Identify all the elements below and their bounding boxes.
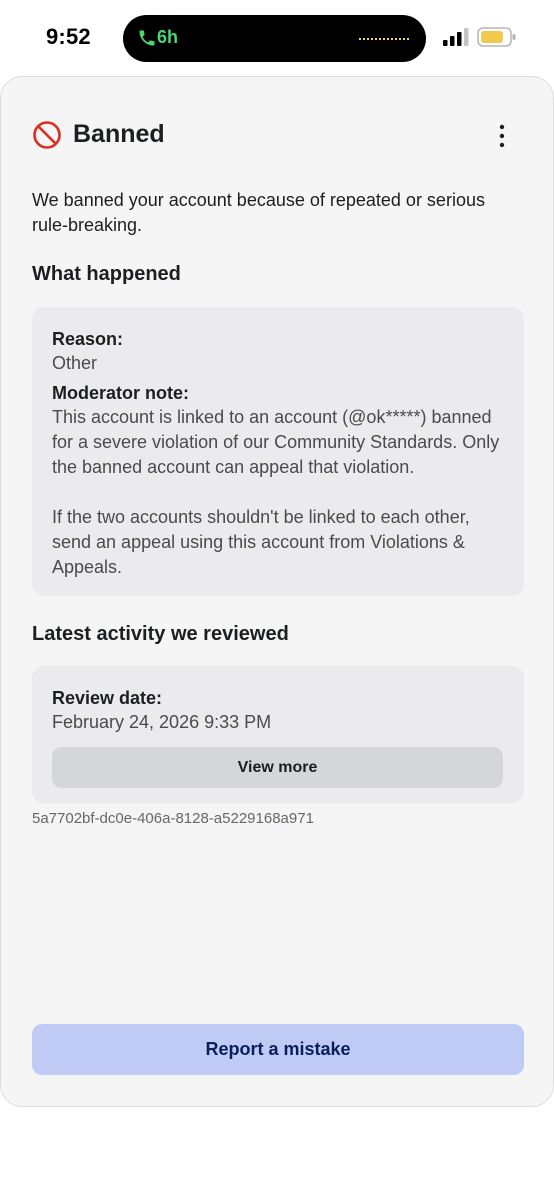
more-vertical-icon[interactable]	[492, 119, 512, 153]
latest-activity-card: Review date: February 24, 2026 9:33 PM V…	[32, 666, 524, 803]
reason-label: Reason:	[52, 329, 124, 349]
view-more-button[interactable]: View more	[52, 747, 503, 788]
status-bar: 9:52 6h	[0, 0, 554, 76]
ban-icon	[33, 121, 61, 149]
battery-icon	[477, 27, 516, 47]
dynamic-island[interactable]: 6h	[123, 15, 426, 62]
reason-value: Other	[52, 353, 98, 373]
header: Banned	[32, 117, 522, 157]
moderator-note: This account is linked to an account (@o…	[52, 405, 504, 580]
reference-id: 5a7702bf-dc0e-406a-8128-a5229168a971	[32, 810, 314, 827]
report-mistake-button[interactable]: Report a mistake	[32, 1024, 524, 1075]
what-happened-heading: What happened	[32, 263, 181, 285]
audio-wave-icon	[359, 38, 409, 40]
ban-explanation: We banned your account because of repeat…	[32, 190, 485, 235]
activity-duration: 6h	[157, 27, 179, 47]
moderator-note-paragraph: If the two accounts shouldn't be linked …	[52, 507, 470, 577]
what-happened-card: Reason: Other Moderator note: This accou…	[32, 307, 524, 596]
review-date-value: February 24, 2026 9:33 PM	[52, 712, 272, 732]
moderator-note-paragraph: This account is linked to an account (@o…	[52, 407, 500, 477]
ban-details-sheet: Banned We banned your account because of…	[0, 76, 554, 1107]
cellular-signal-icon	[443, 28, 469, 46]
phone-icon	[139, 30, 155, 46]
moderator-note-label: Moderator note:	[52, 383, 189, 403]
review-date-label: Review date:	[52, 688, 163, 708]
page-title: Banned	[73, 120, 165, 148]
latest-activity-heading: Latest activity we reviewed	[32, 623, 289, 645]
status-time: 9:52	[46, 24, 91, 49]
